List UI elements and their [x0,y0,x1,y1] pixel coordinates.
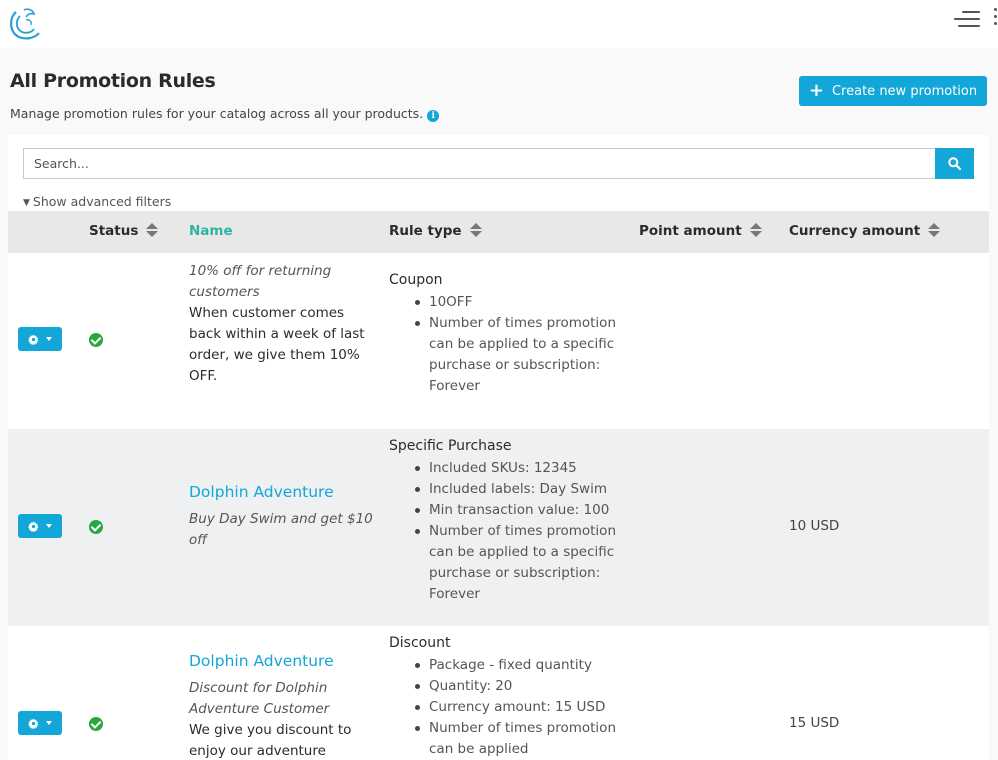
top-bar [0,0,998,48]
chevron-down-icon [46,524,52,528]
promotion-subtitle: Discount for Dolphin Adventure Customer [189,680,330,717]
row-actions-button[interactable] [18,711,62,735]
column-header-rule-type[interactable]: Rule type [389,223,482,239]
currency-amount-header-label: Currency amount [789,223,921,239]
list-item: Min transaction value: 100 [413,500,643,521]
list-item: Included labels: Day Swim [413,479,643,500]
search-input[interactable] [23,148,936,179]
status-header-label: Status [89,223,139,239]
promotion-name-link[interactable]: Dolphin Adventure [189,652,334,670]
column-header-status[interactable]: Status [89,223,159,239]
table-header: Status Name Rule type Point amount Curre… [8,211,989,253]
rule-type-title: Specific Purchase [389,438,512,454]
rule-type-header-label: Rule type [389,223,462,239]
create-promotion-label: Create new promotion [831,83,978,99]
list-item: Package - fixed quantity [413,655,643,676]
status-active-icon [89,333,103,347]
list-item: Number of times promotion can be applied [413,718,643,760]
rule-type-title: Coupon [389,272,443,288]
rule-details-list: Included SKUs: 12345 Included labels: Da… [413,458,643,605]
column-header-currency-amount[interactable]: Currency amount [789,223,941,239]
row-actions-button[interactable] [18,327,62,351]
list-item: Number of times promotion can be applied… [413,313,643,397]
sort-icon [469,223,482,237]
chevron-down-icon [46,721,52,725]
promotion-description: When customer comes back within a week o… [189,305,365,384]
list-item: 10OFF [413,292,643,313]
vertical-dots-icon[interactable] [992,8,998,30]
page-title: All Promotion Rules [10,70,216,92]
page-subtitle-text: Manage promotion rules for your catalog … [10,106,424,121]
create-promotion-button[interactable]: + Create new promotion [799,76,987,106]
list-item: Number of times promotion can be applied… [413,521,643,605]
sort-icon [749,223,762,237]
rule-type-title: Discount [389,635,451,651]
page-subtitle: Manage promotion rules for your catalog … [10,106,440,122]
sort-icon [146,223,159,237]
promotion-subtitle: 10% off for returning customers [189,263,332,300]
promotion-subtitle: Buy Day Swim and get $10 off [189,511,373,548]
currency-amount: 15 USD [789,715,840,731]
search-icon [948,157,961,170]
list-item: Quantity: 20 [413,676,643,697]
plus-icon: + [808,80,824,101]
gear-icon [28,717,39,729]
status-active-icon [89,717,103,731]
column-header-point-amount[interactable]: Point amount [639,223,762,239]
chevron-down-icon: ▼ [23,198,30,208]
dolphin-logo[interactable] [6,4,44,44]
hamburger-icon[interactable] [954,11,980,27]
sort-icon [928,223,941,237]
chevron-down-icon [46,337,52,341]
list-item: Currency amount: 15 USD [413,697,643,718]
status-active-icon [89,520,103,534]
search-button[interactable] [935,148,974,179]
promotion-name-link[interactable]: Dolphin Adventure [189,483,334,501]
name-header-label: Name [189,223,233,239]
column-header-name[interactable]: Name [189,223,233,239]
rule-details-list: Package - fixed quantity Quantity: 20 Cu… [413,655,643,760]
gear-icon [28,520,39,532]
advanced-filters-label: Show advanced filters [32,194,172,209]
row-actions-button[interactable] [18,514,62,538]
promotion-description: We give you discount to enjoy our advent… [189,722,352,759]
point-amount-header-label: Point amount [639,223,742,239]
list-item: Included SKUs: 12345 [413,458,643,479]
info-icon[interactable]: i [427,110,440,122]
advanced-filters-toggle[interactable]: ▼ Show advanced filters [23,194,171,209]
rule-details-list: 10OFF Number of times promotion can be a… [413,292,643,397]
currency-amount: 10 USD [789,518,840,534]
gear-icon [28,333,39,345]
